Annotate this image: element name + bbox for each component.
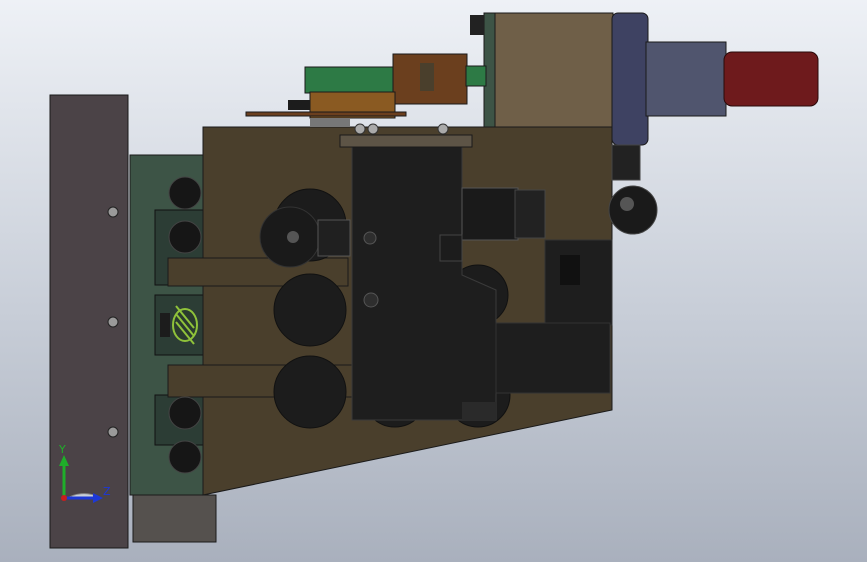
cylinder-rod bbox=[288, 100, 310, 110]
central-block-hole-1 bbox=[363, 231, 377, 245]
motor-end-cap[interactable] bbox=[723, 51, 819, 107]
roller-4[interactable] bbox=[168, 440, 202, 474]
bore-2 bbox=[273, 273, 347, 347]
fitting-left[interactable] bbox=[317, 219, 351, 257]
bore-3 bbox=[273, 355, 347, 429]
central-block-top-plate[interactable] bbox=[339, 134, 473, 148]
fitting-right[interactable] bbox=[461, 187, 519, 241]
shaft-end-left-hole bbox=[287, 231, 299, 243]
motor-mount-roller-hub bbox=[620, 197, 634, 211]
left-plate-screw-1 bbox=[107, 206, 119, 218]
right-block-slot bbox=[560, 255, 580, 285]
top-block-screw bbox=[470, 15, 484, 35]
top-plate-screw-1 bbox=[354, 123, 366, 135]
motor-body[interactable] bbox=[645, 41, 727, 117]
motor-mount-block bbox=[611, 144, 641, 181]
left-plate-screw-3 bbox=[107, 426, 119, 438]
fitting-right-nut bbox=[514, 189, 546, 239]
roller-2[interactable] bbox=[168, 220, 202, 254]
roller-1[interactable] bbox=[168, 176, 202, 210]
central-block-foot bbox=[462, 402, 496, 420]
left-plate-screw-2 bbox=[107, 316, 119, 328]
cad-viewport[interactable]: Y Z bbox=[0, 0, 867, 562]
top-plate-screw-2 bbox=[367, 123, 379, 135]
green-bracket[interactable] bbox=[304, 66, 396, 94]
brown-arm-slot bbox=[420, 63, 434, 91]
green-bracket-tab bbox=[465, 65, 487, 87]
bottom-grey-block[interactable] bbox=[132, 494, 217, 543]
cad-model-view[interactable]: Y Z bbox=[0, 0, 867, 562]
top-plate-screw-3 bbox=[437, 123, 449, 135]
top-tan-block[interactable] bbox=[494, 12, 614, 128]
triad-z-label: Z bbox=[103, 485, 111, 498]
triad-y-label: Y bbox=[58, 443, 66, 456]
cylinder-base bbox=[310, 118, 350, 127]
motor-mount-roller[interactable] bbox=[608, 185, 658, 235]
central-block-hole-2 bbox=[363, 292, 379, 308]
roller-3[interactable] bbox=[168, 396, 202, 430]
thin-plate bbox=[245, 111, 407, 117]
motor-flange[interactable] bbox=[611, 12, 649, 146]
fitting-right-stub bbox=[439, 234, 463, 262]
lower-right-black-block[interactable] bbox=[495, 322, 611, 394]
